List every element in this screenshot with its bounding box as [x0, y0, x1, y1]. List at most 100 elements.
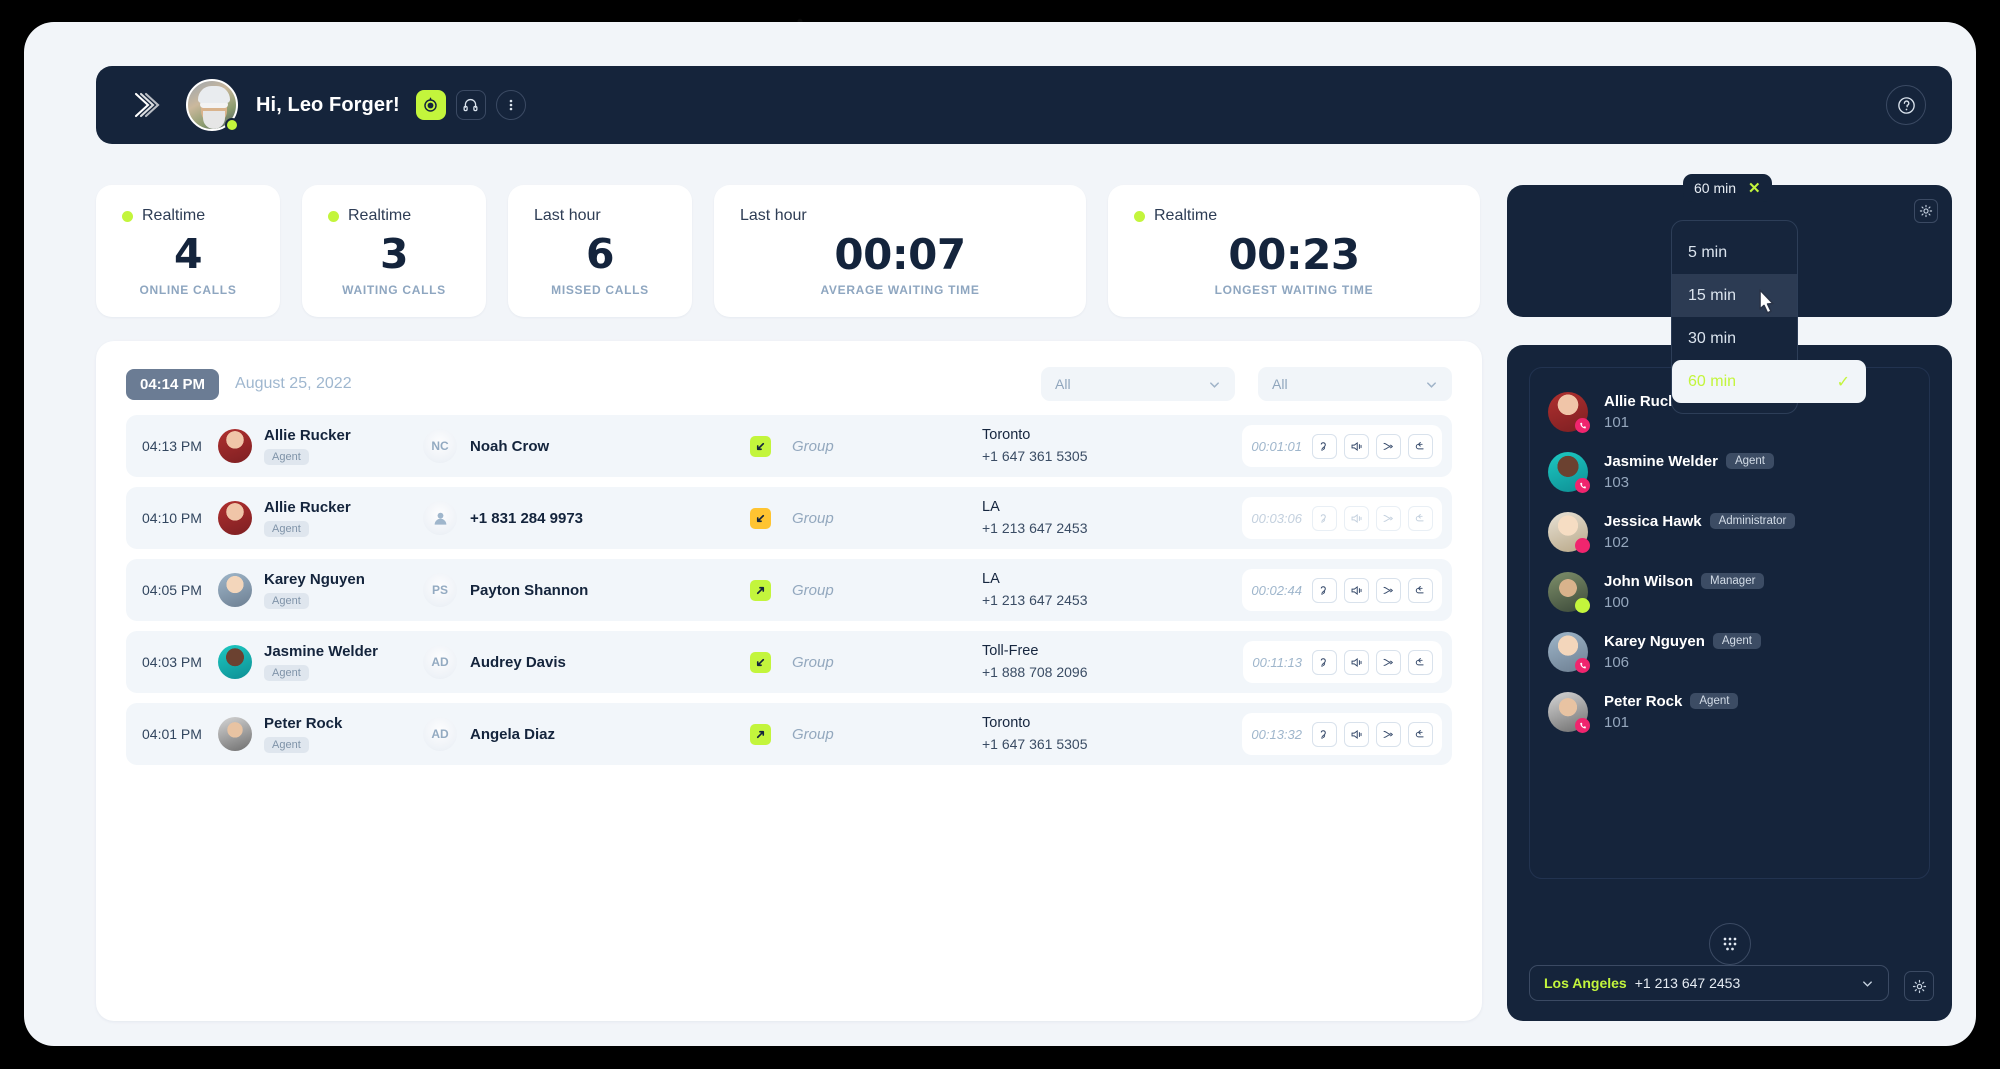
whisper-icon[interactable]: [1344, 649, 1369, 675]
barge-back-icon[interactable]: [1408, 649, 1433, 675]
agent-extension: 101: [1604, 714, 1630, 731]
barge-back-icon[interactable]: [1408, 505, 1433, 531]
call-direction: [728, 579, 792, 601]
party-initials-avatar: NC: [423, 429, 457, 463]
call-agent: Allie Rucker Agent: [218, 499, 423, 537]
listen-in-icon[interactable]: [1312, 649, 1337, 675]
agent-role-tag: Administrator: [1709, 513, 1796, 529]
interval-option-label: 30 min: [1688, 329, 1737, 347]
location-name: Toronto: [982, 714, 1031, 731]
table-row[interactable]: 04:13 PM Allie Rucker Agent NC Noah Crow Grou…: [126, 415, 1452, 477]
call-party: AD Audrey Davis: [423, 645, 728, 679]
call-actions: 00:02:44: [1242, 569, 1442, 611]
agent-name: Allie Rucker: [264, 427, 351, 445]
listen-in-icon[interactable]: [1312, 721, 1337, 747]
table-row[interactable]: 04:05 PM Karey Nguyen Agent PS Payton Shanno…: [126, 559, 1452, 621]
help-circle-icon[interactable]: [1886, 85, 1926, 125]
call-time: 04:05 PM: [142, 582, 202, 598]
pointer-cursor-icon: [1753, 288, 1779, 322]
stat-card-waiting-calls: Realtime 3 WAITING CALLS: [302, 185, 486, 317]
settings-gear-icon[interactable]: [1904, 971, 1934, 1001]
filter-select-right[interactable]: All: [1258, 367, 1452, 401]
table-row[interactable]: 04:03 PM Jasmine Welder Agent AD Audrey Davi…: [126, 631, 1452, 693]
live-dot-icon: [328, 210, 339, 222]
arrow-down-left-icon: [749, 651, 771, 673]
interval-chip-label: 60 min: [1694, 180, 1737, 196]
transfer-icon[interactable]: [1376, 721, 1401, 747]
agent-role-tag: Agent: [264, 520, 309, 537]
more-vertical-icon[interactable]: [495, 90, 526, 120]
interval-chip[interactable]: 60 min ✕: [1683, 174, 1772, 202]
agent-list-item[interactable]: Peter Rock Agent 101: [1530, 682, 1929, 742]
stat-period: Last hour: [740, 207, 1060, 225]
stat-period-label: Realtime: [1154, 207, 1218, 224]
stat-period-label: Realtime: [142, 207, 206, 224]
agent-avatar: [1548, 692, 1590, 733]
agent-list-item[interactable]: Karey Nguyen Agent 106: [1530, 622, 1929, 682]
status-on-call-icon: [1575, 478, 1590, 493]
user-avatar[interactable]: [186, 79, 239, 132]
call-actions: 00:13:32: [1242, 713, 1442, 755]
agent-role-tag: Manager: [1701, 573, 1765, 589]
stat-period: Last hour: [534, 207, 666, 225]
dialpad-icon[interactable]: [1708, 923, 1751, 965]
whisper-icon[interactable]: [1344, 505, 1369, 531]
whisper-icon[interactable]: [1344, 721, 1369, 747]
close-icon[interactable]: ✕: [1748, 179, 1761, 197]
call-agent: Peter Rock Agent: [218, 715, 423, 753]
whisper-icon[interactable]: [1344, 577, 1369, 603]
whisper-icon[interactable]: [1344, 433, 1369, 459]
agent-extension: 103: [1604, 474, 1630, 491]
table-row[interactable]: 04:10 PM Allie Rucker Agent +1 831 284 9973…: [126, 487, 1452, 549]
agent-role-tag: Agent: [264, 448, 309, 465]
call-time: 04:03 PM: [142, 654, 202, 670]
greeting-text: Hi, Leo Forger!: [256, 93, 400, 116]
transfer-icon[interactable]: [1376, 433, 1401, 459]
agents-panel: Allie RuckerAgent101Jasmine WelderAgent1…: [1507, 345, 1952, 1021]
transfer-icon[interactable]: [1376, 577, 1401, 603]
recording-icon[interactable]: [415, 90, 446, 120]
barge-back-icon[interactable]: [1408, 721, 1433, 747]
call-time: 04:10 PM: [142, 510, 202, 526]
listen-in-icon[interactable]: [1312, 505, 1337, 531]
agent-list-item[interactable]: Jessica Hawk Administrator 102: [1530, 502, 1929, 562]
call-direction: [728, 435, 792, 457]
call-group: Group: [792, 581, 834, 599]
agent-list-item[interactable]: Jasmine Welder Agent 103: [1530, 442, 1929, 502]
agent-extension: 101: [1604, 414, 1630, 431]
transfer-icon[interactable]: [1376, 649, 1401, 675]
agent-list-item[interactable]: John Wilson Manager 100: [1530, 562, 1929, 622]
interval-option[interactable]: 30 min: [1672, 317, 1797, 360]
transfer-icon[interactable]: [1376, 505, 1401, 531]
agent-name: Jasmine Welder: [1604, 453, 1718, 470]
gear-icon[interactable]: [1914, 199, 1938, 223]
interval-option[interactable]: 5 min: [1672, 231, 1797, 274]
location-number: +1 213 647 2453: [982, 520, 1088, 537]
table-row[interactable]: 04:01 PM Peter Rock Agent AD Angela Diaz Grou…: [126, 703, 1452, 765]
location-selector[interactable]: Los Angeles +1 213 647 2453: [1529, 965, 1889, 1001]
call-actions: 00:11:13: [1243, 641, 1442, 683]
filter-select-left[interactable]: All: [1041, 367, 1235, 401]
listen-in-icon[interactable]: [1312, 433, 1337, 459]
headset-icon[interactable]: [455, 90, 486, 120]
generic-contact-icon: [423, 501, 457, 535]
stat-value: 00:23: [1228, 229, 1360, 279]
presence-dot: [225, 118, 239, 132]
agent-name: Karey Nguyen: [264, 571, 365, 589]
app-header: Hi, Leo Forger!: [96, 66, 1952, 144]
agent-role-tag: Agent: [264, 664, 309, 681]
barge-back-icon[interactable]: [1408, 433, 1433, 459]
agent-avatar: [1548, 632, 1590, 673]
stat-period-label: Last hour: [740, 207, 807, 224]
agent-role-tag: Agent: [1712, 633, 1761, 649]
barge-back-icon[interactable]: [1408, 577, 1433, 603]
agent-extension: 100: [1604, 594, 1630, 611]
call-direction: [728, 507, 792, 529]
arrow-down-left-icon: [749, 435, 771, 457]
party-initials-avatar: PS: [423, 573, 457, 607]
stat-label: MISSED CALLS: [551, 283, 649, 297]
listen-in-icon[interactable]: [1312, 577, 1337, 603]
agent-extension: 102: [1604, 534, 1630, 551]
agent-avatar: [1548, 452, 1590, 493]
interval-option[interactable]: 60 min ✓: [1672, 360, 1866, 403]
